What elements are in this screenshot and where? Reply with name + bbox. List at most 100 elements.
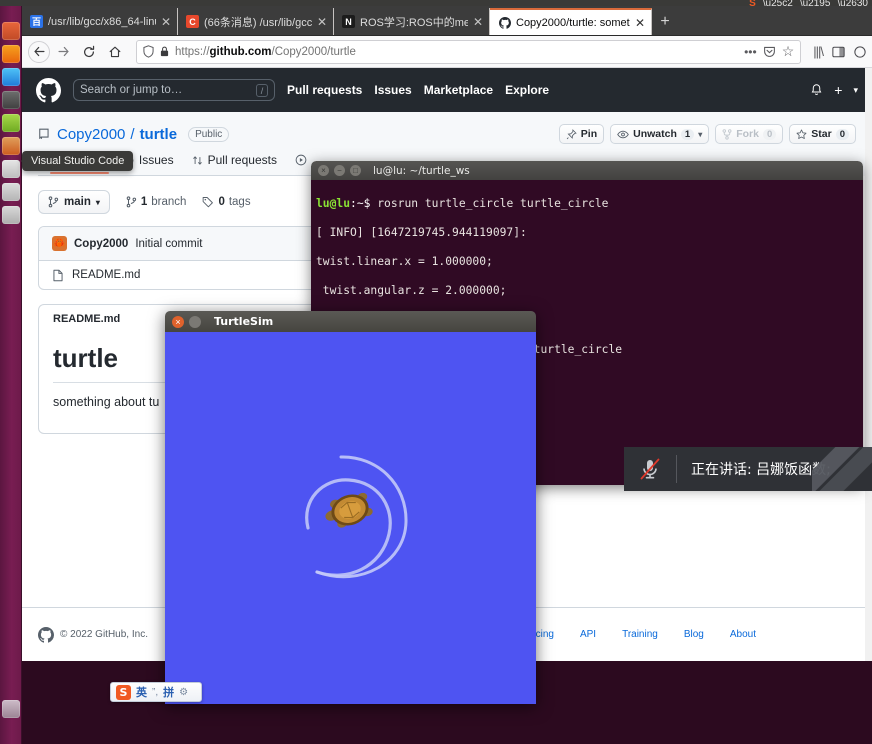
footer-link-api[interactable]: API [580,629,596,640]
tab-close-icon[interactable]: ✕ [161,15,171,29]
turtlesim-canvas[interactable] [165,332,536,704]
turtlesim-titlebar[interactable]: × TurtleSim [165,311,536,332]
library-icon[interactable]: |||\ [813,44,824,59]
unwatch-button[interactable]: Unwatch 1 ▾ [610,124,710,144]
tab-close-icon[interactable]: ✕ [473,15,483,29]
pocket-icon[interactable] [763,45,776,58]
speech-recognition-overlay[interactable]: 正在讲话: 吕娜饭函数; [624,447,872,491]
close-icon[interactable]: × [172,315,184,328]
reload-button[interactable] [76,39,102,65]
repo-owner-link[interactable]: Copy2000 [57,126,125,143]
terminal-command: rosrun turtle_circle turtle_circle [377,196,609,210]
launcher-icon-gimp[interactable] [2,91,20,109]
file-name[interactable]: README.md [72,269,140,281]
notification-bell-icon[interactable] [810,83,823,97]
page-scrollbar[interactable] [865,68,872,661]
turtle-drawing [305,455,408,579]
unwatch-count: 1 [680,128,695,140]
lock-icon [160,46,169,57]
unity-launcher[interactable] [0,0,22,744]
sidebar-icon[interactable] [832,46,845,58]
tab-actions[interactable] [295,154,307,173]
back-button[interactable] [28,40,50,63]
pin-icon [566,128,577,140]
footer-link-training[interactable]: Training [622,629,658,640]
nav-issues[interactable]: Issues [374,83,411,97]
create-new-caret-icon[interactable]: ▾ [853,85,858,96]
launcher-icon-software-center[interactable] [2,206,20,224]
tag-count-link[interactable]: 0 tags [202,196,251,208]
tab-title: Copy2000/turtle: somet [516,16,630,29]
sogou-input-bar[interactable]: S 英 ”, 拼 ⚙ [110,682,202,702]
home-button[interactable] [102,39,128,65]
forward-button[interactable] [50,39,76,65]
ime-punctuation-toggle[interactable]: ”, [152,687,158,698]
tab-pull-requests[interactable]: Pull requests [192,153,277,174]
tag-icon [202,196,214,208]
new-tab-button[interactable]: + [652,8,678,35]
turtle-sprite [325,492,373,528]
favicon-github [498,16,511,29]
browser-tab-0[interactable]: 百 /usr/lib/gcc/x86_64-linu ✕ [22,8,178,35]
tracking-shield-icon[interactable] [143,45,154,58]
launcher-icon-thunderbird[interactable] [2,68,20,86]
footer-link-blog[interactable]: Blog [684,629,704,640]
avatar[interactable]: 🦀 [52,236,67,251]
favicon-csdn: C [186,15,199,28]
browser-tab-1[interactable]: C (66条消息) /usr/lib/gcc/x ✕ [178,8,334,35]
tab-close-icon[interactable]: ✕ [635,16,645,30]
maximize-icon[interactable]: □ [350,165,361,176]
branch-icon [48,196,59,208]
commit-message[interactable]: Initial commit [135,238,202,250]
browser-tab-2[interactable]: N ROS学习:ROS中的messa ✕ [334,8,490,35]
sogou-logo-icon[interactable]: S [116,684,131,700]
mic-muted-icon[interactable] [624,447,676,491]
url-bar[interactable]: https://github.com/Copy2000/turtle ••• ☆ [136,39,802,64]
star-button[interactable]: Star 0 [789,124,856,144]
chevron-down-icon[interactable]: ▾ [698,130,702,139]
launcher-icon-media-player[interactable] [2,137,20,155]
ime-pinyin-toggle[interactable]: 拼 [163,684,174,700]
commit-author[interactable]: Copy2000 [74,238,128,250]
branch-selector-button[interactable]: main ▾ [38,190,110,214]
page-actions-icon[interactable]: ••• [744,45,757,59]
launcher-icon-firefox[interactable] [2,45,20,63]
launcher-icon-files[interactable] [2,22,20,40]
branch-label: main [64,196,91,208]
search-shortcut-badge: / [256,83,268,97]
fork-button[interactable]: Fork 0 [715,124,784,144]
ime-mode-toggle[interactable]: 英 [136,684,147,700]
footer-link-about[interactable]: About [730,629,756,640]
create-new-icon[interactable]: + [834,82,842,98]
tab-close-icon[interactable]: ✕ [317,15,327,29]
browser-tab-3[interactable]: Copy2000/turtle: somet ✕ [490,8,652,35]
url-text: https://github.com/Copy2000/turtle [175,46,356,58]
minimize-icon[interactable] [189,315,201,328]
search-placeholder: Search or jump to… [80,84,183,96]
nav-pull-requests[interactable]: Pull requests [287,83,362,97]
close-icon[interactable]: × [318,165,329,176]
pin-button[interactable]: Pin [558,124,605,144]
launcher-icon-trash[interactable] [2,700,20,718]
account-icon[interactable] [854,45,866,58]
launcher-icon-vscode[interactable] [2,183,20,201]
minimize-icon[interactable]: − [334,165,345,176]
pin-label: Pin [580,128,598,140]
repo-icon [38,127,52,141]
repo-name-link[interactable]: turtle [140,126,178,143]
branch-count-link[interactable]: 1 branch [126,196,187,208]
bookmark-star-icon[interactable]: ☆ [782,43,795,60]
nav-marketplace[interactable]: Marketplace [424,83,493,97]
browser-tabstrip[interactable]: 百 /usr/lib/gcc/x86_64-linu ✕ C (66条消息) /… [22,6,872,36]
nav-explore[interactable]: Explore [505,83,549,97]
search-input[interactable]: Search or jump to… / [73,79,275,101]
star-label: Star [811,128,832,140]
launcher-icon-text-editor[interactable] [2,114,20,132]
gear-icon[interactable]: ⚙ [179,687,188,698]
branch-word: branch [151,196,187,208]
tab-issues-label: Issues [138,153,174,167]
terminal-title: lu@lu: ~/turtle_ws [373,164,470,177]
terminal-titlebar[interactable]: × − □ lu@lu: ~/turtle_ws [311,161,863,180]
github-logo-icon[interactable] [36,77,61,103]
turtlesim-window[interactable]: × TurtleSim [165,311,536,704]
